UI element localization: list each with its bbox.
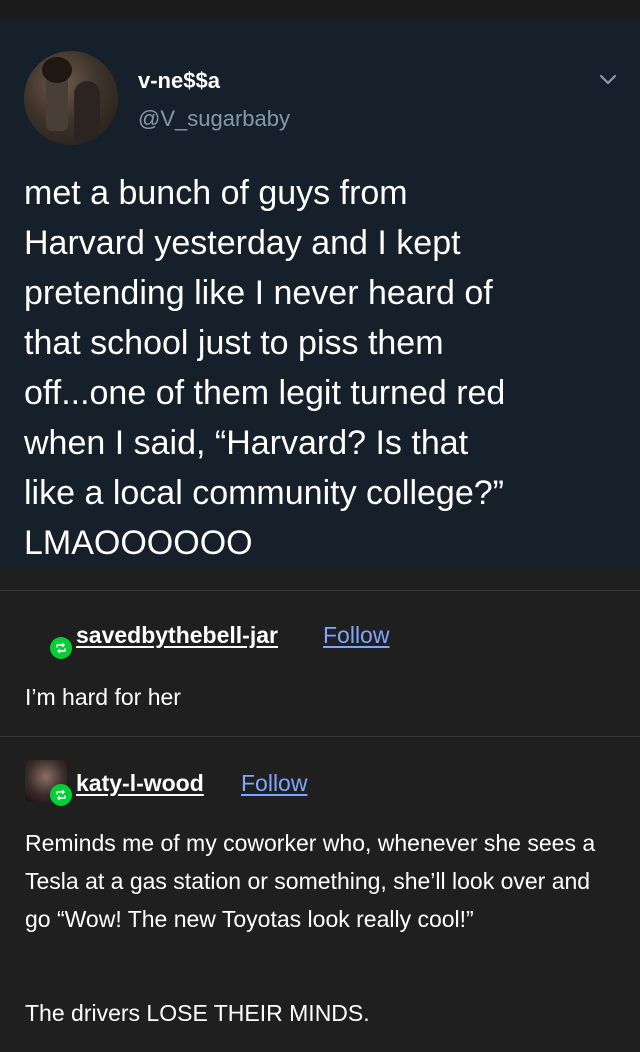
tweet-display-name[interactable]: v-ne$$a bbox=[138, 68, 220, 94]
reblog-text: The drivers LOSE THEIR MINDS. bbox=[25, 1000, 370, 1026]
tweet-avatar[interactable] bbox=[24, 51, 118, 145]
reblog-text: I’m hard for her bbox=[25, 684, 181, 710]
tweet-text: met a bunch of guys from Harvard yesterd… bbox=[24, 174, 506, 562]
tweet-card: v-ne$$a @V_sugarbaby met a bunch of guys… bbox=[0, 20, 640, 568]
top-strip bbox=[0, 0, 640, 20]
reblog-text: Reminds me of my coworker who, whenever … bbox=[25, 830, 596, 932]
chevron-down-icon[interactable] bbox=[596, 70, 620, 90]
reblog-username[interactable]: savedbythebell-jar bbox=[76, 622, 278, 649]
tweet-handle[interactable]: @V_sugarbaby bbox=[138, 106, 290, 132]
follow-link[interactable]: Follow bbox=[323, 622, 389, 649]
reblog-username[interactable]: katy-l-wood bbox=[76, 770, 204, 797]
divider bbox=[0, 590, 640, 591]
reblog-icon bbox=[50, 784, 72, 806]
follow-link[interactable]: Follow bbox=[241, 770, 307, 797]
reblog-icon bbox=[50, 637, 72, 659]
divider bbox=[0, 736, 640, 737]
